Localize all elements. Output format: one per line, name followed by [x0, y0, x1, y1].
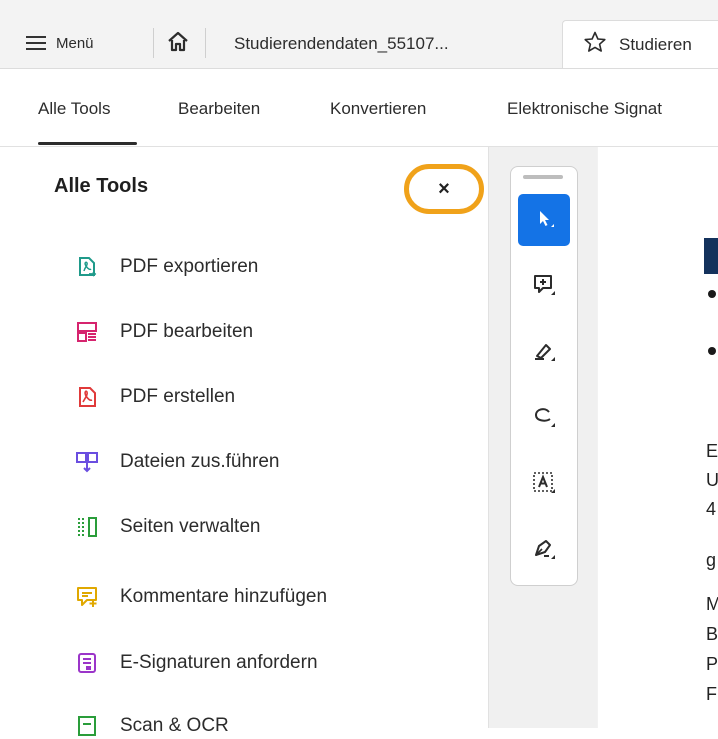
menu-label: Menü	[56, 34, 94, 52]
document-text-line: F	[706, 684, 717, 704]
tab-konvertieren[interactable]: Konvertieren	[330, 99, 426, 119]
document-text-line: g	[706, 550, 717, 570]
active-tab-indicator	[38, 142, 137, 145]
text-select-button[interactable]	[518, 459, 570, 511]
star-icon[interactable]	[583, 30, 607, 59]
tool-scan-ocr[interactable]: Scan & OCR	[74, 713, 229, 739]
home-icon[interactable]	[165, 29, 191, 55]
hamburger-icon	[26, 36, 46, 50]
document-text-line: U	[706, 470, 718, 490]
add-comment-icon	[531, 272, 557, 303]
draw-button[interactable]	[518, 393, 570, 445]
combine-files-icon	[74, 449, 100, 475]
document-page[interactable]	[598, 147, 718, 728]
tool-kommentare-hinzufuegen[interactable]: Kommentare hinzufügen	[74, 584, 327, 610]
document-tab-title: Studierendendaten_55107...	[234, 34, 449, 53]
document-tab[interactable]: Studierendendaten_55107...	[214, 20, 546, 68]
menu-button[interactable]: Menü	[26, 26, 94, 60]
tool-pdf-erstellen[interactable]: PDF erstellen	[74, 384, 235, 410]
tools-nav: Alle Tools Bearbeiten Konvertieren Elekt…	[0, 69, 718, 147]
divider	[153, 28, 154, 58]
quick-tools-toolbar	[510, 166, 578, 586]
tool-label: Scan & OCR	[120, 715, 229, 736]
export-pdf-icon	[74, 254, 100, 280]
document-tab-active[interactable]: Studieren	[562, 20, 718, 68]
document-text-line: M	[706, 594, 718, 614]
tool-label: E-Signaturen anfordern	[120, 652, 318, 673]
document-tab-title: Studieren	[619, 34, 692, 54]
close-panel-button[interactable]: ×	[404, 164, 484, 214]
highlight-button[interactable]	[518, 327, 570, 379]
select-tool-button[interactable]	[518, 194, 570, 246]
tool-pdf-exportieren[interactable]: PDF exportieren	[74, 254, 258, 280]
text-select-icon	[531, 470, 557, 501]
request-esign-icon	[74, 650, 100, 676]
draw-freeform-icon	[531, 404, 557, 435]
scan-ocr-icon	[74, 713, 100, 739]
close-icon: ×	[438, 177, 450, 200]
tab-elektronische-signatur[interactable]: Elektronische Signat	[507, 99, 662, 119]
document-text-line: 4	[706, 499, 717, 519]
tool-dateien-zusammenfuehren[interactable]: Dateien zus.führen	[74, 449, 280, 475]
organize-pages-icon	[74, 514, 100, 540]
select-cursor-icon	[531, 205, 557, 236]
divider	[205, 28, 206, 58]
document-text-line: B	[706, 624, 718, 644]
toolbar-drag-handle[interactable]	[523, 175, 563, 179]
tool-pdf-bearbeiten[interactable]: PDF bearbeiten	[74, 319, 253, 345]
document-bullet	[708, 347, 716, 355]
comment-add-icon	[74, 584, 100, 610]
create-pdf-icon	[74, 384, 100, 410]
tab-alle-tools[interactable]: Alle Tools	[38, 99, 110, 119]
document-text-line: E	[706, 441, 718, 461]
document-heading-fragment	[704, 238, 718, 274]
add-comment-button[interactable]	[518, 261, 570, 313]
tool-seiten-verwalten[interactable]: Seiten verwalten	[74, 514, 260, 540]
all-tools-panel: Alle Tools × PDF exportieren PDF bearbei…	[0, 147, 489, 736]
tool-label: PDF erstellen	[120, 386, 236, 407]
highlight-pen-icon	[531, 338, 557, 369]
tool-label: Seiten verwalten	[120, 516, 261, 537]
tab-bearbeiten[interactable]: Bearbeiten	[178, 99, 260, 119]
document-text-line: P	[706, 654, 718, 674]
tool-label: Kommentare hinzufügen	[120, 586, 328, 607]
tool-label: PDF exportieren	[120, 256, 259, 277]
edit-pdf-icon	[74, 319, 100, 345]
sign-pen-icon	[531, 536, 557, 567]
tool-label: Dateien zus.führen	[120, 451, 280, 472]
tool-e-signaturen-anfordern[interactable]: E-Signaturen anfordern	[74, 650, 318, 676]
tool-label: PDF bearbeiten	[120, 321, 254, 342]
sign-button[interactable]	[518, 525, 570, 577]
document-bullet	[708, 290, 716, 298]
panel-title: Alle Tools	[54, 175, 149, 197]
tab-bar: Menü Studierendendaten_55107... Studiere…	[0, 0, 718, 69]
